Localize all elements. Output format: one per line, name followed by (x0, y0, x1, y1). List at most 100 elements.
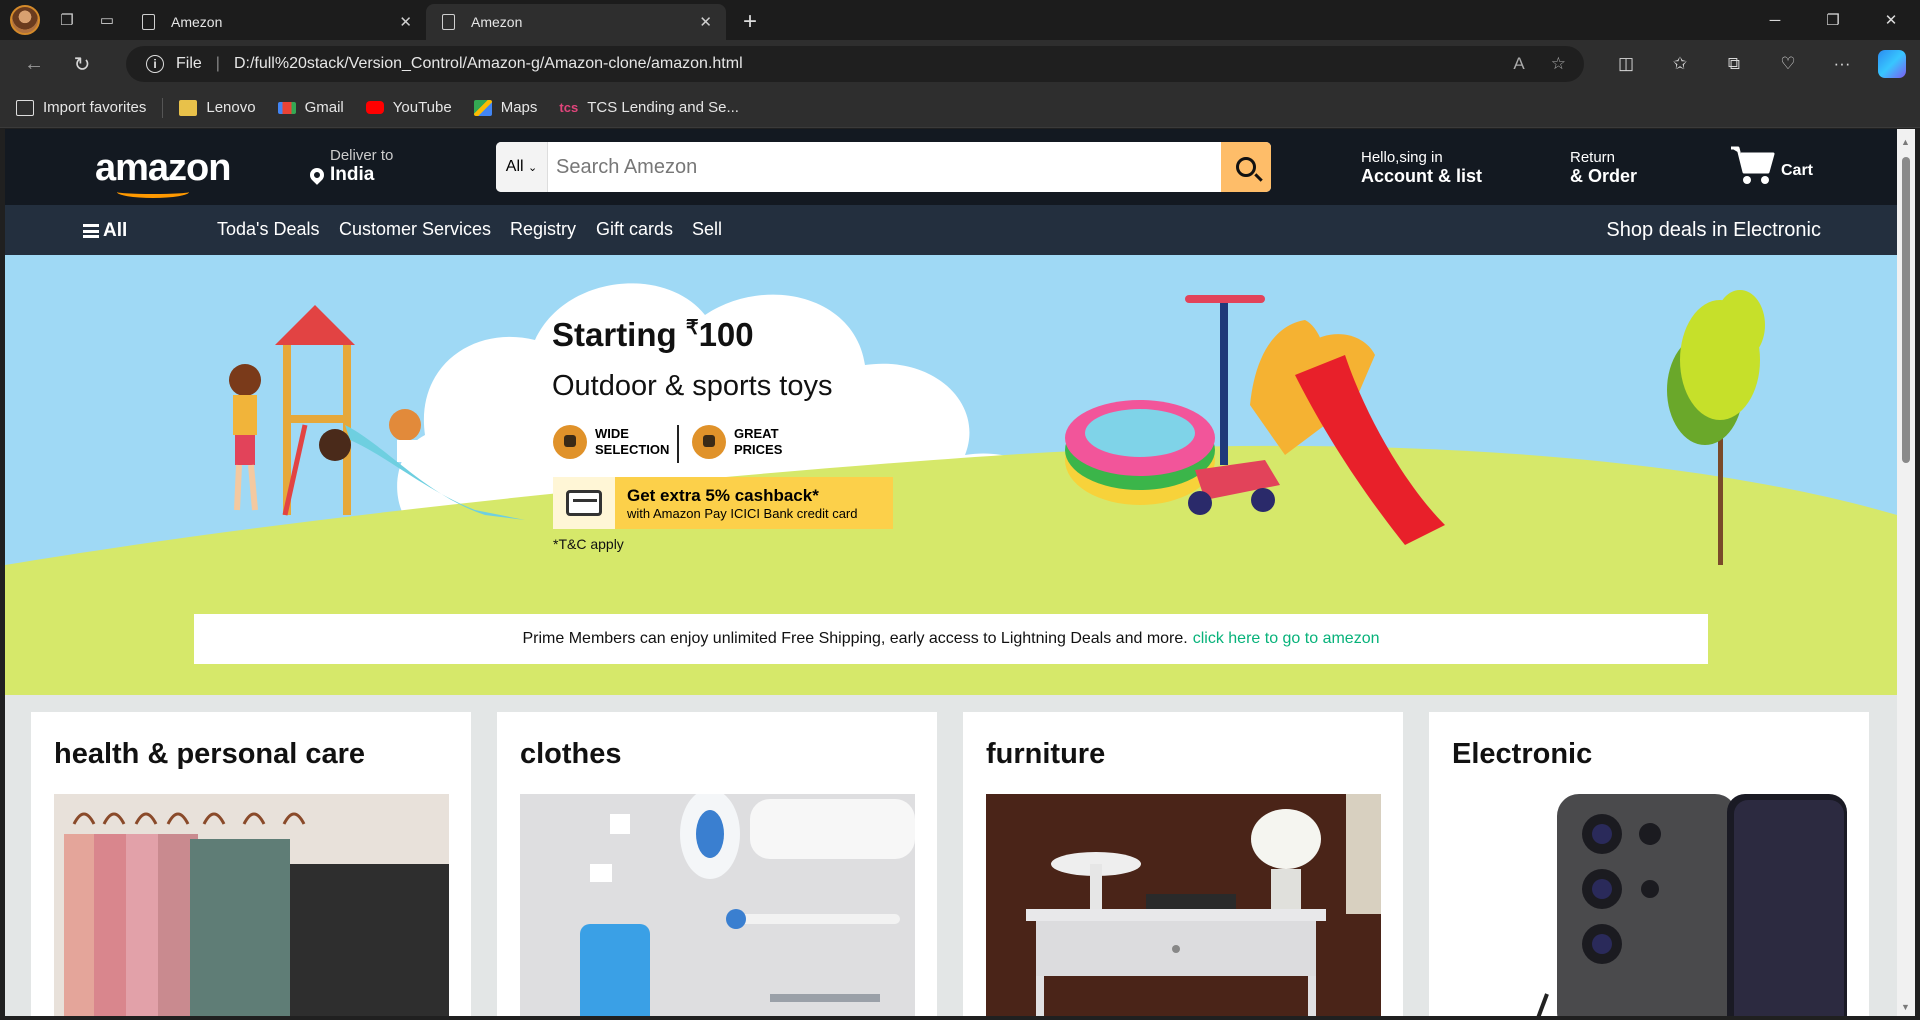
split-screen-icon[interactable]: ◫ (1608, 46, 1644, 82)
nav-customer-services[interactable]: Customer Services (339, 219, 491, 240)
youtube-icon (365, 101, 384, 114)
back-button[interactable]: ← (14, 44, 54, 84)
badge-line: WIDE (595, 426, 629, 441)
starting-text: Starting (552, 316, 677, 353)
smartphone-image (1452, 794, 1847, 1016)
badge-line: SELECTION (595, 442, 670, 457)
returns-orders[interactable]: Return & Order (1570, 149, 1637, 187)
account-greeting: Hello,sing in (1361, 149, 1443, 166)
minimize-button[interactable]: ─ (1746, 0, 1804, 40)
import-icon (16, 99, 34, 116)
category-image[interactable] (520, 794, 915, 1016)
tab-1[interactable]: Amezon ✕ (126, 4, 426, 40)
favorites-bar: Import favorites Lenovo Gmail YouTube Ma… (0, 88, 1920, 128)
collections-icon[interactable]: ⧉ (1716, 46, 1752, 82)
copilot-icon[interactable] (1878, 50, 1906, 78)
category-image[interactable] (54, 794, 449, 1016)
scroll-down-icon[interactable]: ▼ (1901, 1002, 1910, 1012)
read-aloud-icon[interactable]: A (1513, 54, 1524, 74)
address-toolbar: ← ↻ i File | D:/full%20stack/Version_Con… (0, 40, 1920, 88)
scroll-up-icon[interactable]: ▲ (1901, 137, 1910, 147)
category-card-electronic[interactable]: Electronic (1429, 712, 1869, 1016)
workspaces-icon[interactable]: ❐ (54, 7, 80, 33)
deliver-label: Deliver to (330, 147, 394, 164)
info-icon[interactable]: i (146, 55, 164, 73)
orders-label: & Order (1570, 166, 1638, 186)
favorite-label: Maps (500, 99, 538, 116)
category-card-health[interactable]: health & personal care (31, 712, 471, 1016)
favorites-icon[interactable]: ✩ (1662, 46, 1698, 82)
badge-divider (677, 425, 679, 463)
close-tab-icon[interactable]: ✕ (699, 13, 712, 31)
nav-gift-cards[interactable]: Gift cards (596, 219, 673, 240)
prime-message-box: Prime Members can enjoy unlimited Free S… (194, 614, 1708, 664)
prime-link[interactable]: click here to go to amezon (1193, 630, 1380, 648)
hero-subtitle: Outdoor & sports toys (552, 370, 833, 402)
search-input[interactable] (548, 142, 1221, 192)
logo-smile-icon (117, 186, 189, 198)
favorite-import[interactable]: Import favorites (16, 99, 146, 116)
nav-sell[interactable]: Sell (692, 219, 722, 240)
favorite-gmail[interactable]: Gmail (277, 99, 344, 116)
tab-actions-icon[interactable]: ▭ (94, 7, 120, 33)
sub-navigation: All Toda's Deals Customer Services Regis… (5, 205, 1897, 255)
towels-image (54, 794, 449, 1016)
category-card-clothes[interactable]: clothes (497, 712, 937, 1016)
wide-selection-badge: WIDE SELECTION (553, 425, 669, 459)
favorite-label: Gmail (304, 99, 344, 116)
favorite-star-icon[interactable]: ☆ (1551, 54, 1566, 74)
returns-label: Return (1570, 149, 1616, 166)
folder-icon (179, 99, 198, 116)
account-label: Account & list (1361, 166, 1483, 186)
cart-button[interactable]: Cart (1729, 144, 1813, 186)
favorite-tcs[interactable]: tcs TCS Lending and Se... (559, 99, 739, 116)
address-separator: | (215, 55, 220, 72)
amazon-logo[interactable]: amazon (95, 147, 231, 190)
account-list[interactable]: Hello,sing in Account & list (1361, 149, 1482, 187)
great-prices-badge: GREAT PRICES (692, 425, 782, 459)
category-label: All (505, 158, 524, 175)
deliver-to[interactable]: Deliver to India (307, 147, 394, 186)
tab-2[interactable]: Amezon ✕ (426, 4, 726, 40)
favorite-maps[interactable]: Maps (473, 99, 538, 116)
hero-banner[interactable]: Starting ₹100 Outdoor & sports toys WIDE… (5, 255, 1897, 695)
price-tag-icon (692, 425, 726, 459)
terms-apply: *T&C apply (553, 536, 624, 552)
new-tab-button[interactable]: + (732, 4, 768, 40)
search-category-select[interactable]: All ⌄ (496, 142, 548, 192)
restore-button[interactable]: ❐ (1804, 0, 1862, 40)
deliver-location: India (330, 164, 375, 185)
chevron-down-icon: ⌄ (528, 161, 538, 174)
badge-line: GREAT (734, 426, 779, 441)
browser-essentials-icon[interactable]: ♡ (1770, 46, 1806, 82)
hand-pointer-icon (553, 425, 587, 459)
favorite-youtube[interactable]: YouTube (365, 99, 452, 116)
personal-care-items-image (520, 794, 915, 1016)
currency-symbol: ₹ (685, 317, 699, 339)
category-title: furniture (986, 738, 1106, 770)
nav-todays-deals[interactable]: Toda's Deals (217, 219, 320, 240)
cart-label: Cart (1781, 162, 1814, 179)
cart-icon (1731, 146, 1775, 184)
profile-avatar[interactable] (10, 5, 40, 35)
close-tab-icon[interactable]: ✕ (399, 13, 412, 31)
refresh-button[interactable]: ↻ (62, 44, 102, 84)
category-image[interactable] (986, 794, 1381, 1016)
all-menu-button[interactable]: All (83, 220, 127, 242)
url-text[interactable]: D:/full%20stack/Version_Control/Amazon-g… (234, 55, 743, 73)
favorites-divider (162, 97, 164, 118)
close-window-button[interactable]: ✕ (1862, 0, 1920, 40)
gmail-icon (277, 101, 296, 114)
search-button[interactable] (1221, 142, 1271, 192)
more-options-icon[interactable]: ··· (1824, 46, 1860, 82)
shop-deals-electronic[interactable]: Shop deals in Electronic (1606, 219, 1821, 242)
tab-title: Amezon (171, 14, 223, 30)
page-scrollbar[interactable]: ▲ ▼ (1897, 129, 1915, 1016)
address-bar[interactable]: i File | D:/full%20stack/Version_Control… (126, 46, 1584, 82)
scrollbar-thumb[interactable] (1902, 157, 1910, 463)
favorite-lenovo[interactable]: Lenovo (179, 99, 256, 116)
favorite-label: YouTube (392, 99, 452, 116)
category-image[interactable] (1452, 794, 1847, 1016)
nav-registry[interactable]: Registry (510, 219, 576, 240)
category-card-furniture[interactable]: furniture (963, 712, 1403, 1016)
